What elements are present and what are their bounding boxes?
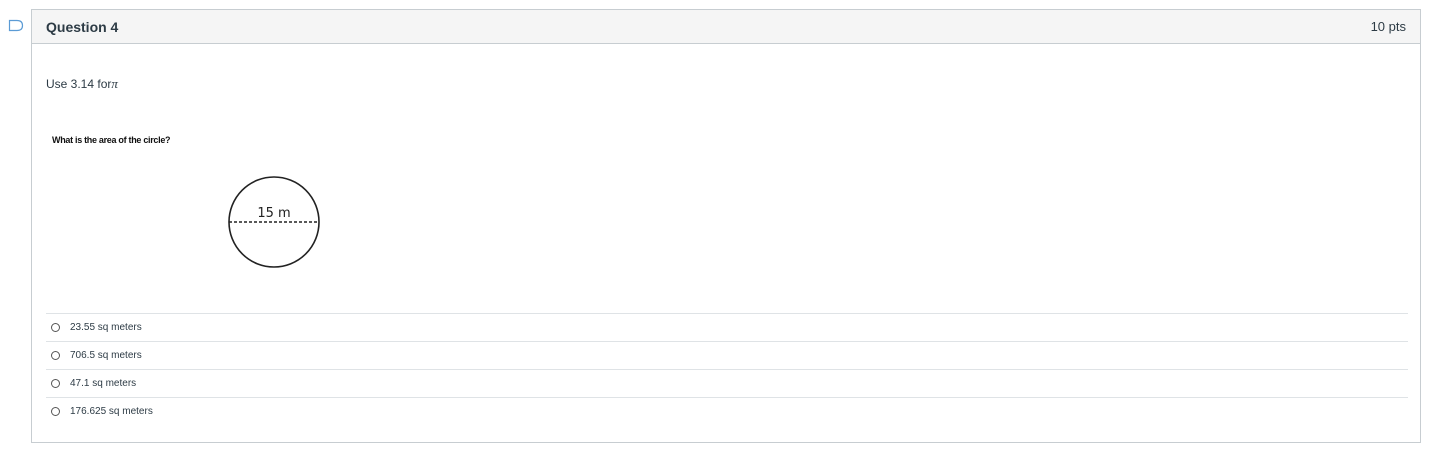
question-points: 10 pts [1370,19,1406,34]
answer-label: 176.625 sq meters [70,406,153,417]
radio-unchecked-icon[interactable] [51,379,60,388]
answer-list: 23.55 sq meters 706.5 sq meters 47.1 sq … [46,313,1408,425]
answer-label: 23.55 sq meters [70,322,142,333]
diameter-label: 15 m [257,206,290,221]
radio-unchecked-icon[interactable] [51,407,60,416]
pi-symbol: π [111,76,118,91]
answer-option[interactable]: 23.55 sq meters [46,313,1408,341]
answer-option[interactable]: 706.5 sq meters [46,341,1408,369]
question-title: Question 4 [46,18,119,35]
flag-question-icon[interactable] [8,19,24,32]
answer-label: 706.5 sq meters [70,350,142,361]
question-figure: What is the area of the circle? 15 m [52,132,352,282]
circle-diagram: 15 m [228,176,320,268]
question-header: Question 4 10 pts [32,10,1420,44]
answer-option[interactable]: 47.1 sq meters [46,369,1408,397]
radio-unchecked-icon[interactable] [51,351,60,360]
question-prompt-text: Use 3.14 for [46,77,112,91]
answer-label: 47.1 sq meters [70,378,137,389]
answer-option[interactable]: 176.625 sq meters [46,397,1408,425]
radio-unchecked-icon[interactable] [51,323,60,332]
question-prompt: Use 3.14 forπ [46,76,118,92]
question-card: Question 4 10 pts Use 3.14 forπ What is … [31,9,1421,443]
